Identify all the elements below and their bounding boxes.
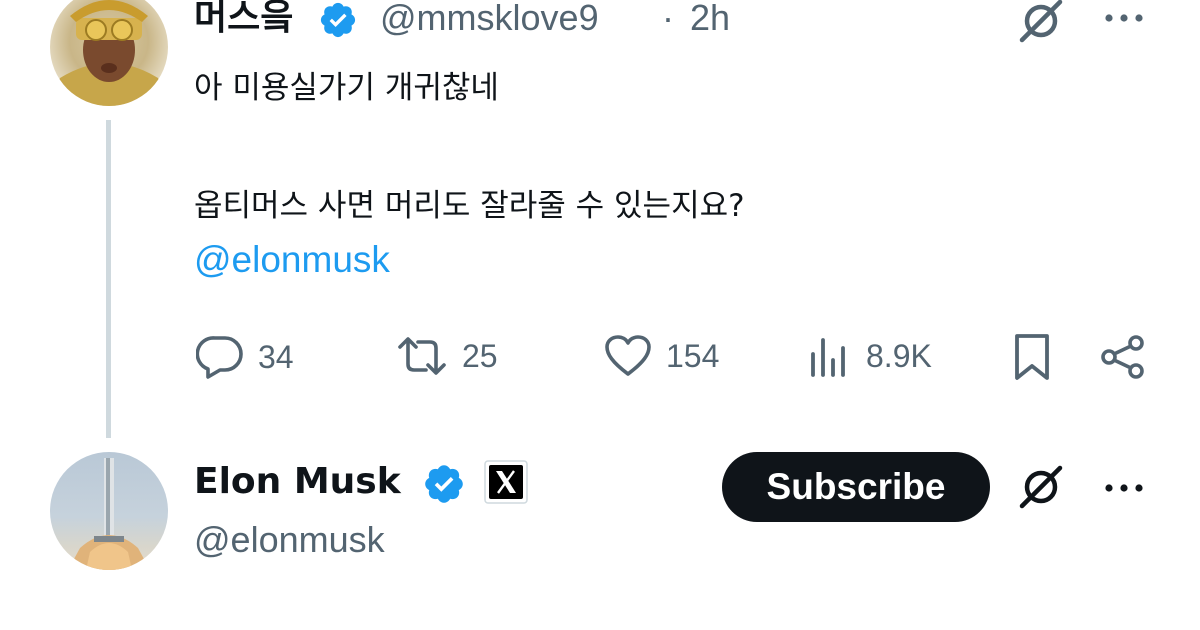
reply-count: 34 — [258, 339, 294, 375]
more-icon[interactable] — [1102, 8, 1146, 28]
like-count: 154 — [666, 338, 720, 374]
repost-count: 25 — [462, 338, 498, 374]
tweet-text-line-1: 아 미용실가기 개귀찮네 — [194, 70, 499, 106]
author-name[interactable]: Elon Musk — [194, 462, 401, 502]
reply-timestamp[interactable]: 2h — [690, 0, 730, 38]
author-handle[interactable]: @elonmusk — [194, 520, 385, 560]
repost-icon — [396, 334, 448, 378]
repost-action[interactable]: 25 — [396, 334, 498, 378]
verified-badge-icon — [318, 0, 358, 40]
grok-icon[interactable] — [1016, 0, 1066, 46]
verified-badge-icon — [422, 462, 466, 506]
views-action[interactable]: 8.9K — [808, 334, 932, 378]
x-logo-icon — [484, 460, 528, 504]
avatar-elonmusk[interactable] — [50, 452, 168, 570]
avatar-image — [68, 458, 150, 570]
bookmark-icon[interactable] — [1012, 332, 1052, 382]
views-icon — [808, 334, 852, 378]
reply-icon — [196, 334, 244, 380]
reply-author-name[interactable]: 머스읔 — [194, 0, 293, 38]
subscribe-button[interactable]: Subscribe — [722, 452, 990, 522]
reply-author-handle[interactable]: @mmsklove9 — [380, 0, 599, 38]
like-icon — [604, 334, 652, 378]
grok-icon[interactable] — [1016, 462, 1066, 512]
tweet-text-line-2: 옵티머스 사면 머리도 잘라줄 수 있는지요? — [194, 188, 745, 224]
separator-dot: · — [662, 0, 674, 38]
reply-action[interactable]: 34 — [196, 334, 294, 380]
share-icon[interactable] — [1098, 332, 1148, 382]
mention-link[interactable]: @elonmusk — [194, 238, 390, 282]
avatar-image — [50, 0, 168, 106]
like-action[interactable]: 154 — [604, 334, 719, 378]
avatar-mmsklove9[interactable] — [50, 0, 168, 106]
views-count: 8.9K — [866, 338, 932, 374]
thread-connector-line — [106, 120, 111, 438]
more-icon[interactable] — [1102, 478, 1146, 498]
